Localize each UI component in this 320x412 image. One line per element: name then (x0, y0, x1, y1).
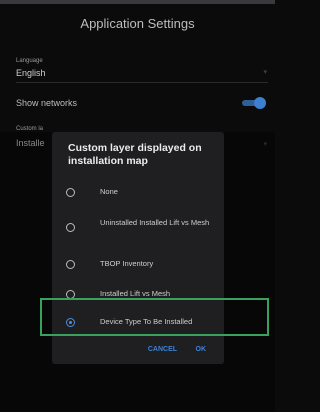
language-dropdown[interactable]: English (16, 68, 46, 78)
option-uninstalled-installed-lift-vs-mesh[interactable]: Uninstalled Installed Lift vs Mesh (52, 211, 224, 247)
language-label: Language (16, 58, 43, 64)
page-title: Application Settings (80, 16, 195, 31)
option-tbop-inventory[interactable]: TBOP Inventory (52, 252, 224, 280)
option-label: Installed Lift vs Mesh (100, 289, 171, 298)
cancel-button[interactable]: CANCEL (148, 346, 177, 353)
toggle-thumb (254, 97, 266, 109)
option-label: None (100, 187, 118, 196)
option-label: TBOP Inventory (100, 259, 154, 268)
radio-button[interactable] (66, 188, 75, 197)
show-networks-toggle[interactable] (240, 97, 266, 109)
dialog-actions: CANCEL OK (134, 338, 206, 356)
chevron-down-icon: ▾ (263, 69, 267, 76)
divider (16, 82, 268, 83)
ok-button[interactable]: OK (196, 346, 207, 353)
show-networks-label: Show networks (16, 98, 78, 108)
option-none[interactable]: None (52, 180, 224, 208)
radio-button[interactable] (66, 260, 75, 269)
radio-button[interactable] (66, 223, 75, 232)
status-bar (0, 0, 275, 4)
option-label: Uninstalled Installed Lift vs Mesh (100, 218, 210, 227)
selection-highlight-box (40, 298, 269, 336)
dialog-title: Custom layer displayed on installation m… (68, 142, 202, 167)
